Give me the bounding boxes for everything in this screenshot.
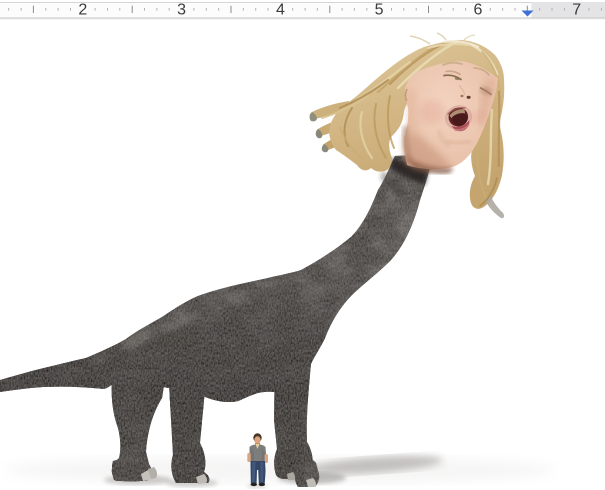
svg-text:3: 3 xyxy=(177,2,186,19)
svg-text:4: 4 xyxy=(276,2,285,19)
svg-text:7: 7 xyxy=(572,2,581,19)
svg-text:5: 5 xyxy=(375,2,384,19)
svg-text:6: 6 xyxy=(473,2,482,19)
svg-text:2: 2 xyxy=(78,2,87,19)
